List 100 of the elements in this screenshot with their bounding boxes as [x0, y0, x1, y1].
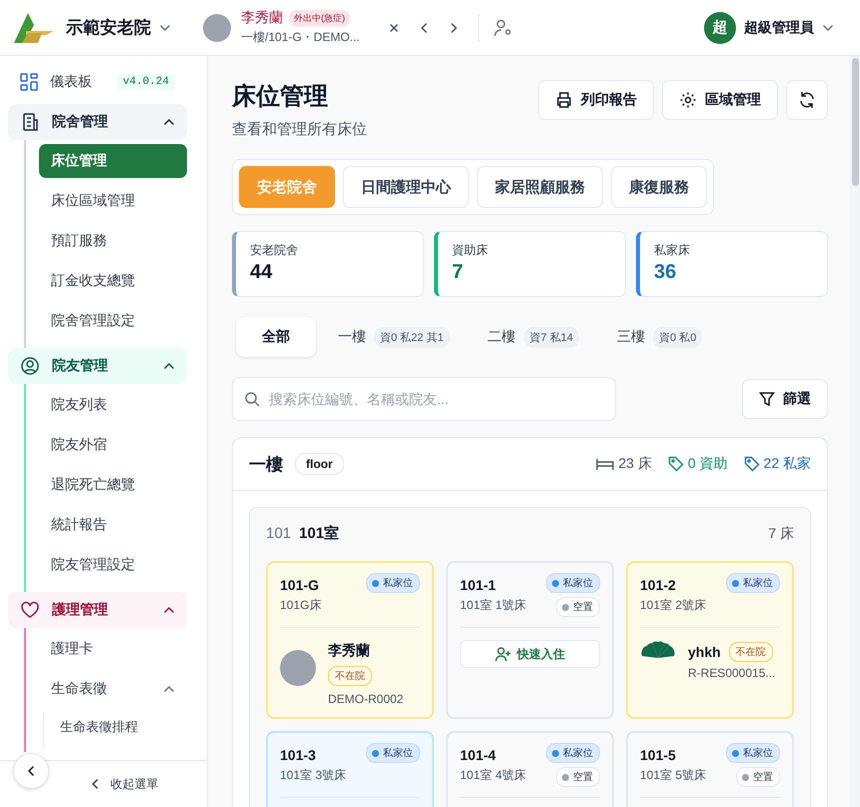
subsidized-count: 0 資助 — [688, 455, 728, 473]
sidebar-item[interactable]: 院友外宿 — [39, 428, 187, 462]
sidebar-item[interactable]: 統計報告 — [39, 508, 187, 542]
sidebar-group-header[interactable]: 院舍管理 — [8, 104, 187, 140]
sidebar-item[interactable]: 床位管理 — [39, 144, 187, 178]
bed-code: 101-5 — [640, 747, 677, 763]
resident-name: yhkh — [688, 644, 721, 660]
refresh-button[interactable] — [786, 80, 828, 120]
service-tab[interactable]: 日間護理中心 — [343, 166, 469, 208]
user-menu[interactable]: 超 超級管理員 — [698, 10, 840, 44]
absent-badge: 不在院 — [328, 666, 372, 686]
refresh-icon — [798, 91, 816, 109]
bed-count: 23 床 — [618, 455, 652, 473]
sidebar-group-header[interactable]: 護理管理 — [8, 592, 187, 628]
floor-name: 一樓 — [249, 454, 283, 476]
bed-card[interactable]: 101-4 101室 4號床 私家位 空置 — [446, 731, 614, 807]
sidebar-group-header[interactable]: 院友管理 — [8, 348, 187, 384]
floor-tab[interactable]: 一樓 資0 私22 其1 — [322, 317, 466, 357]
bed-description: 101G床 — [280, 597, 322, 614]
tag-icon — [668, 456, 684, 472]
category-badge: 私家位 — [366, 743, 420, 763]
floor-tab[interactable]: 三樓 資0 私0 — [601, 317, 718, 357]
sidebar-item[interactable]: 退院死亡總覽 — [39, 468, 187, 502]
filter-button[interactable]: 篩選 — [742, 379, 828, 419]
bed-code: 101-1 — [460, 577, 497, 593]
sidebar-item[interactable]: 預訂服務 — [39, 224, 187, 258]
sidebar-item[interactable]: 院友管理設定 — [39, 548, 187, 582]
sidebar-item[interactable]: 護理卡 — [39, 632, 187, 666]
fan-logo-icon — [640, 640, 676, 660]
resident-id: R-RES000015... — [688, 666, 776, 680]
resident-name: 李秀蘭 — [241, 9, 283, 27]
sidebar-item[interactable]: 儀表板 v4.0.24 — [8, 68, 187, 96]
zone-settings-button[interactable]: 區域管理 — [662, 80, 778, 120]
bed-code: 101-2 — [640, 577, 677, 593]
filter-icon — [759, 391, 775, 407]
service-tab[interactable]: 康復服務 — [611, 166, 707, 208]
stat-label: 私家床 — [654, 242, 691, 259]
group-icon — [20, 356, 40, 376]
logo-icon — [12, 10, 56, 44]
bed-code: 101-4 — [460, 747, 497, 763]
private-count: 22 私家 — [764, 455, 811, 473]
category-badge: 私家位 — [546, 573, 600, 593]
floor-tab[interactable]: 二樓 資7 私14 — [472, 317, 596, 357]
quick-check-in-button[interactable]: 快速入住 — [460, 640, 600, 668]
bed-icon — [596, 457, 614, 471]
scrollbar[interactable] — [850, 56, 860, 807]
user-settings-icon[interactable] — [492, 18, 513, 38]
resident-status-badge: 外出中(急症) — [289, 10, 350, 26]
bed-card[interactable]: 101-3 101室 3號床 私家位 — [266, 731, 434, 807]
sidebar-item[interactable]: 生命表徵 — [39, 672, 187, 706]
search-field[interactable]: 搜索床位編號、名稱或院友... — [232, 377, 616, 421]
category-badge: 私家位 — [366, 573, 420, 593]
resident-location: 一樓/101-G・DEMO... — [241, 29, 360, 46]
bed-card[interactable]: 101-G 101G床 私家位 李秀蘭 不在院 DEMO-R0002 — [266, 561, 434, 719]
bed-description: 101室 2號床 — [640, 597, 706, 614]
count-badge: 資0 私22 其1 — [374, 326, 450, 348]
service-tab[interactable]: 家居照顧服務 — [477, 166, 603, 208]
page-subtitle: 查看和管理所有床位 — [232, 120, 367, 139]
dashboard-icon — [20, 73, 38, 91]
sidebar-item[interactable]: 訂金收支總覽 — [39, 264, 187, 298]
search-icon — [244, 391, 260, 407]
stat-value: 36 — [654, 261, 678, 284]
settings-icon — [679, 91, 697, 109]
version-badge: v4.0.24 — [116, 74, 175, 90]
room-code: 101 — [266, 525, 292, 542]
bed-card[interactable]: 101-2 101室 2號床 私家位 yhkh 不在院 R-RES000015... — [626, 561, 794, 719]
bed-description: 101室 4號床 — [460, 767, 526, 784]
user-avatar: 超 — [704, 12, 736, 44]
vacant-badge: 空置 — [556, 597, 600, 617]
avatar-photo-placeholder — [280, 650, 316, 686]
count-badge: 資0 私0 — [653, 326, 702, 348]
close-icon — [388, 22, 400, 34]
room-name: 101室 — [299, 524, 340, 543]
category-badge: 私家位 — [726, 573, 780, 593]
floor-tab[interactable]: 全部 — [236, 317, 316, 357]
page-title: 床位管理 — [232, 82, 329, 112]
print-report-button[interactable]: 列印報告 — [538, 80, 654, 120]
bed-description: 101室 5號床 — [640, 767, 706, 784]
sidebar-item[interactable]: 院舍管理設定 — [39, 304, 187, 338]
stat-label: 資助床 — [452, 242, 489, 259]
sidebar-item[interactable]: 床位區域管理 — [39, 184, 187, 218]
vacant-badge: 空置 — [736, 767, 780, 787]
facility-switcher[interactable]: 示範安老院 — [66, 16, 171, 39]
category-badge: 私家位 — [546, 743, 600, 763]
add-user-icon — [495, 646, 511, 662]
resident-name: 李秀蘭 — [328, 642, 370, 660]
count-badge: 資7 私14 — [524, 326, 580, 348]
bed-card[interactable]: 101-1 101室 1號床 私家位 空置 快速入住 — [446, 561, 614, 719]
tag-icon — [744, 456, 760, 472]
vacant-badge: 空置 — [556, 767, 600, 787]
sidebar-item[interactable]: 院友列表 — [39, 388, 187, 422]
collapse-menu-button[interactable]: 收起選單 — [82, 774, 164, 794]
floor-tag: floor — [295, 453, 344, 475]
bed-code: 101-3 — [280, 747, 317, 763]
bed-description: 101室 3號床 — [280, 767, 346, 784]
stat-value: 7 — [452, 261, 464, 284]
avatar-photo-placeholder — [203, 14, 231, 42]
bed-card[interactable]: 101-5 101室 5號床 私家位 空置 — [626, 731, 794, 807]
sidebar-item[interactable]: 生命表徵排程 — [48, 712, 187, 742]
resident-id: DEMO-R0002 — [328, 692, 404, 706]
